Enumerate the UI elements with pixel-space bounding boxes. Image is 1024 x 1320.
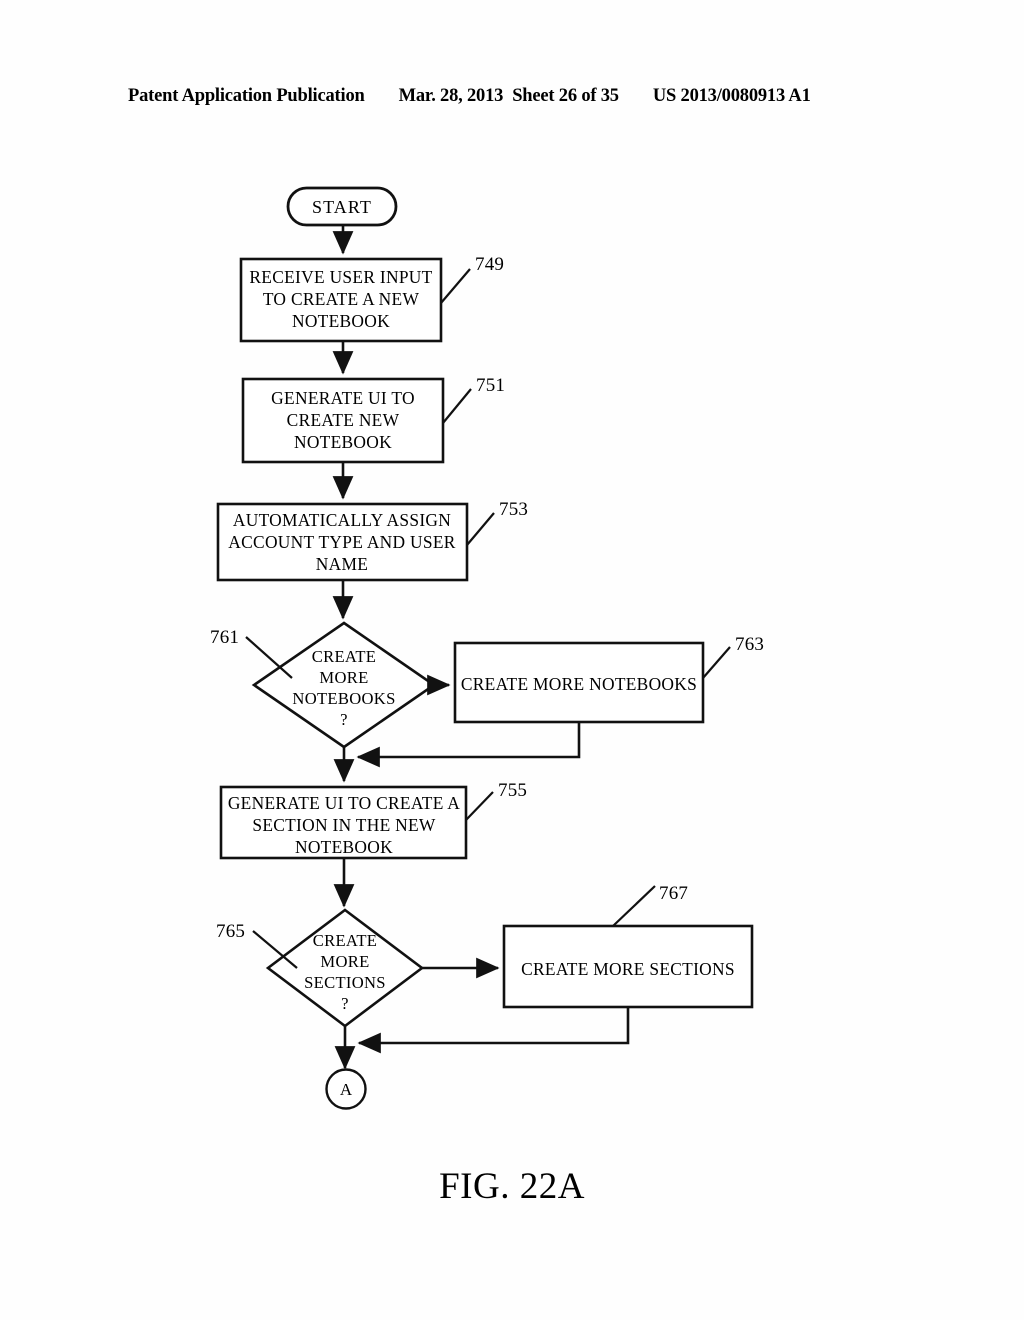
node-755-line1: GENERATE UI TO CREATE A [228,793,460,813]
node-761-line3: NOTEBOOKS [292,689,395,708]
node-751-line3: NOTEBOOK [294,432,392,452]
node-761-line2: MORE [319,668,368,687]
flowchart-diagram: START RECEIVE USER INPUT TO CREATE A NEW… [210,186,764,1110]
node-start: START [286,186,398,227]
ref-label-753: 753 [499,499,528,520]
ref-label-767: 767 [659,883,688,904]
node-767: CREATE MORE SECTIONS [502,924,754,1009]
node-755-line3: NOTEBOOK [295,837,393,857]
node-753-line2: ACCOUNT TYPE AND USER [228,532,456,552]
node-767-line1: CREATE MORE SECTIONS [521,959,735,979]
ref-label-763: 763 [735,634,764,655]
node-765-line2: MORE [320,952,369,971]
node-763-line1: CREATE MORE NOTEBOOKS [461,674,697,694]
node-749-line2: TO CREATE A NEW [263,289,420,309]
node-765-line4: ? [341,994,349,1013]
ref-label-749: 749 [475,254,504,275]
figure-caption: FIG. 22A [439,1166,585,1207]
leader-753 [466,512,495,546]
leader-749 [440,268,471,304]
node-connector-a-label: A [340,1080,353,1099]
node-751-line1: GENERATE UI TO [271,388,415,408]
ref-label-761: 761 [210,627,239,648]
node-761-line4: ? [340,710,348,729]
node-755-line2: SECTION IN THE NEW [252,815,436,835]
node-765-line1: CREATE [313,931,378,950]
leader-763 [702,646,731,679]
node-connector-a: A [325,1068,367,1110]
node-751-line2: CREATE NEW [287,410,400,430]
leader-751 [442,388,472,424]
ref-label-751: 751 [476,375,505,396]
node-761-line1: CREATE [312,647,377,666]
node-753: AUTOMATICALLY ASSIGN ACCOUNT TYPE AND US… [216,502,469,582]
node-761: CREATE MORE NOTEBOOKS ? [251,621,437,749]
node-start-label: START [312,197,372,217]
leader-767 [612,885,656,927]
node-749: RECEIVE USER INPUT TO CREATE A NEW NOTEB… [239,257,443,343]
node-755: GENERATE UI TO CREATE A SECTION IN THE N… [219,785,468,860]
node-751: GENERATE UI TO CREATE NEW NOTEBOOK [241,377,445,464]
node-753-line3: NAME [316,554,368,574]
ref-label-765: 765 [216,921,245,942]
ref-label-755: 755 [498,780,527,801]
leader-761 [245,636,293,679]
patent-page: Patent Application Publication Mar. 28, … [0,0,1024,1320]
node-763: CREATE MORE NOTEBOOKS [453,641,705,724]
node-765: CREATE MORE SECTIONS ? [265,908,425,1028]
node-765-line3: SECTIONS [304,973,386,992]
node-749-line3: NOTEBOOK [292,311,390,331]
node-753-line1: AUTOMATICALLY ASSIGN [233,510,451,530]
node-749-line1: RECEIVE USER INPUT [249,267,432,287]
edge-767-feedback [357,1007,630,1054]
edge-763-feedback [356,722,581,768]
leader-755 [465,791,494,821]
